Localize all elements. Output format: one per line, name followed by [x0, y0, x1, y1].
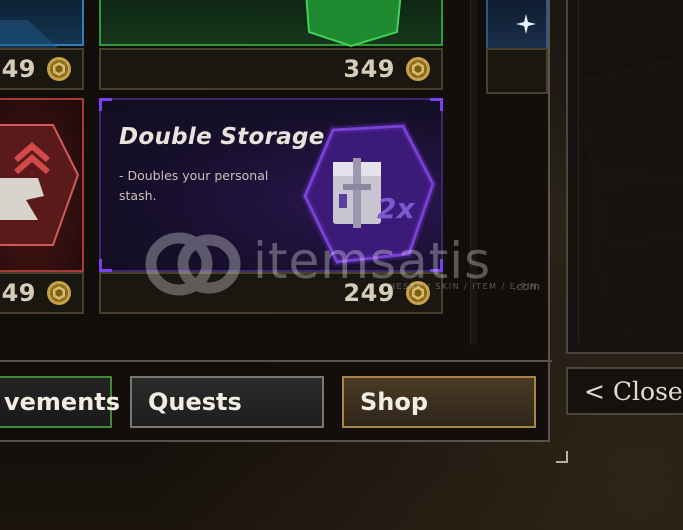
- scrollbar-track[interactable]: [470, 0, 477, 345]
- card-top-right-art[interactable]: [486, 0, 548, 50]
- coin-icon: [406, 281, 430, 305]
- card-title: Double Storage: [119, 124, 325, 150]
- corner-marker-bottom-left: [99, 259, 112, 272]
- tab-achievements[interactable]: vements: [0, 376, 120, 428]
- storage-chest-2x-icon: 2x: [300, 122, 438, 267]
- rank-up-icon: [0, 124, 80, 246]
- card-top-left-art[interactable]: [0, 0, 84, 48]
- coin-icon: [406, 57, 430, 81]
- preview-panel-inner: [578, 0, 683, 342]
- card-bottom-left-art[interactable]: [0, 98, 84, 272]
- card-top-middle-art[interactable]: [99, 0, 443, 48]
- card-top-left-price-bar: 349: [0, 48, 84, 90]
- card-bottom-left-price-bar: 249: [0, 272, 84, 314]
- tab-label: Shop: [360, 388, 429, 416]
- card-top-middle-price-bar: 349: [99, 48, 443, 90]
- tab-bar-divider: [0, 360, 552, 362]
- resize-grip-icon[interactable]: [556, 451, 568, 463]
- card-double-storage-price-bar: 249: [99, 272, 443, 314]
- corner-marker-top-left: [99, 98, 112, 111]
- price-text: 249: [0, 279, 36, 307]
- card-description: - Doubles your personal stash.: [119, 168, 269, 203]
- price-text: 349: [0, 55, 36, 83]
- svg-text:2x: 2x: [377, 192, 415, 225]
- corner-marker-bottom-right: [430, 259, 443, 272]
- tab-label: vements: [4, 388, 121, 416]
- hexagon-icon: [305, 0, 402, 48]
- sparkle-icon: [516, 14, 536, 34]
- preview-panel: [566, 0, 683, 354]
- card-double-storage[interactable]: Double Storage - Doubles your personal s…: [99, 98, 443, 272]
- corner-marker-top-right: [430, 98, 443, 111]
- tab-label: Quests: [148, 388, 242, 416]
- coin-icon: [47, 57, 71, 81]
- price-text: 349: [343, 55, 395, 83]
- price-text: 249: [343, 279, 395, 307]
- tab-shop[interactable]: Shop: [342, 376, 536, 428]
- coin-icon: [47, 281, 71, 305]
- card-top-right-price-bar: [486, 48, 548, 94]
- hexagon-icon: [0, 20, 58, 48]
- close-button-label: < Close: [584, 376, 683, 406]
- tab-quests[interactable]: Quests: [130, 376, 324, 428]
- close-button[interactable]: < Close: [566, 367, 683, 415]
